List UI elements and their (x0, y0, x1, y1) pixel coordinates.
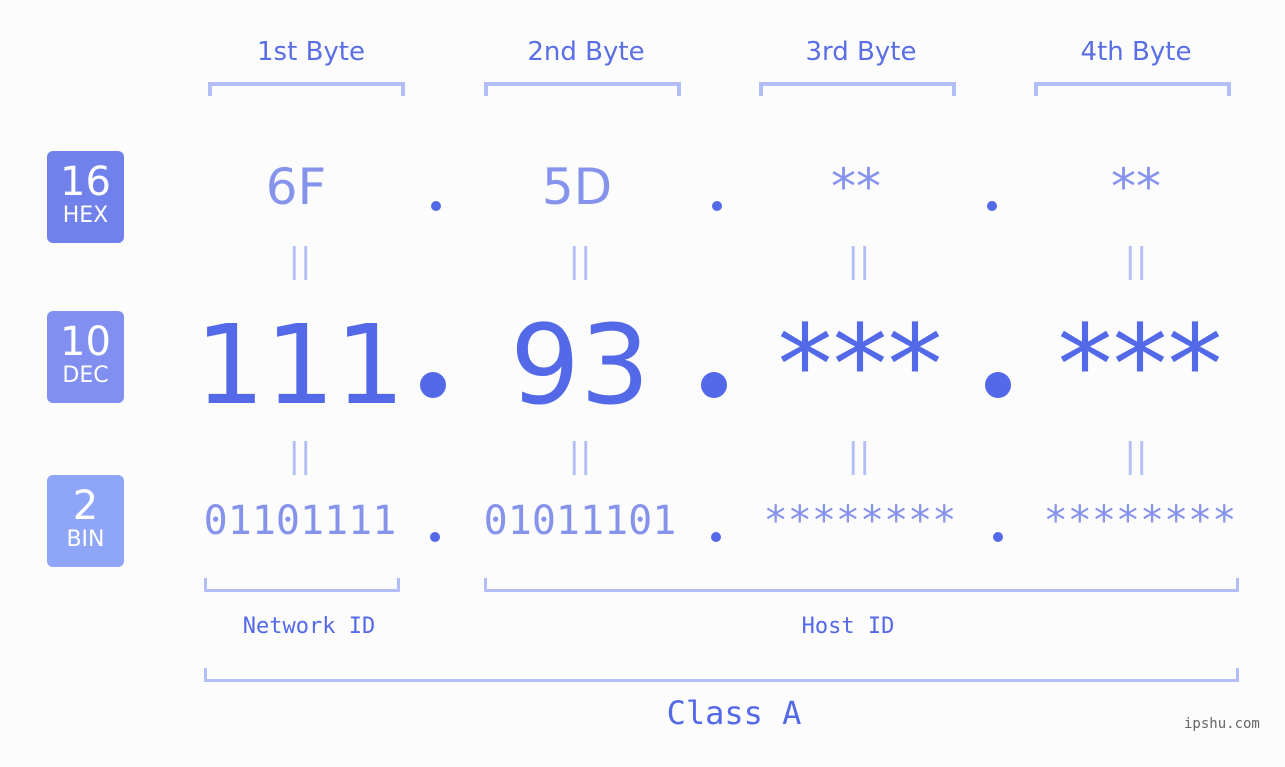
class-label: Class A (666, 694, 802, 732)
byte-4-header: 4th Byte (1080, 37, 1192, 67)
bin-byte-3: ******** (763, 498, 957, 544)
watermark: ipshu.com (1184, 716, 1260, 732)
equals-icon: || (1124, 436, 1148, 476)
equals-icon: || (1124, 241, 1148, 281)
dec-dot-3 (985, 372, 1011, 398)
hex-dot-2 (712, 201, 722, 211)
bin-byte-2: 01011101 (483, 498, 677, 544)
host-id-bracket (484, 578, 1239, 592)
equals-icon: || (847, 436, 871, 476)
byte-3-header: 3rd Byte (805, 37, 917, 67)
byte-2-bracket (484, 82, 681, 96)
bin-base: 2 (72, 483, 99, 529)
bin-dot-1 (430, 532, 440, 542)
dec-base: 10 (60, 319, 111, 365)
bin-byte-4: ******** (1043, 498, 1237, 544)
dec-byte-3: *** (777, 301, 943, 429)
dec-label: DEC (62, 363, 109, 388)
hex-byte-3: ** (831, 158, 881, 216)
byte-4-bracket (1034, 82, 1231, 96)
bin-dot-2 (711, 532, 721, 542)
dec-byte-2: 93 (510, 301, 650, 429)
dec-badge: 10 DEC (47, 311, 124, 403)
byte-3-bracket (759, 82, 956, 96)
host-id-label: Host ID (801, 614, 895, 639)
bin-label: BIN (66, 527, 105, 552)
hex-label: HEX (62, 203, 109, 228)
hex-byte-1: 6F (265, 158, 327, 216)
equals-icon: || (847, 241, 871, 281)
equals-icon: || (568, 436, 592, 476)
dec-byte-1: 111 (195, 301, 405, 429)
hex-badge: 16 HEX (47, 151, 124, 243)
dec-dot-2 (701, 372, 727, 398)
hex-byte-4: ** (1111, 158, 1161, 216)
hex-dot-3 (987, 201, 997, 211)
hex-dot-1 (431, 201, 441, 211)
bin-dot-3 (993, 532, 1003, 542)
network-id-bracket (204, 578, 400, 592)
equals-icon: || (288, 436, 312, 476)
hex-byte-2: 5D (541, 158, 613, 216)
bin-byte-1: 01101111 (203, 498, 397, 544)
dec-byte-4: *** (1057, 301, 1223, 429)
class-bracket (204, 668, 1239, 682)
byte-2-header: 2nd Byte (527, 37, 645, 67)
byte-1-header: 1st Byte (257, 37, 365, 67)
byte-1-bracket (208, 82, 405, 96)
equals-icon: || (288, 241, 312, 281)
equals-icon: || (568, 241, 592, 281)
dec-dot-1 (420, 372, 446, 398)
hex-base: 16 (60, 159, 111, 205)
bin-badge: 2 BIN (47, 475, 124, 567)
network-id-label: Network ID (242, 614, 376, 639)
